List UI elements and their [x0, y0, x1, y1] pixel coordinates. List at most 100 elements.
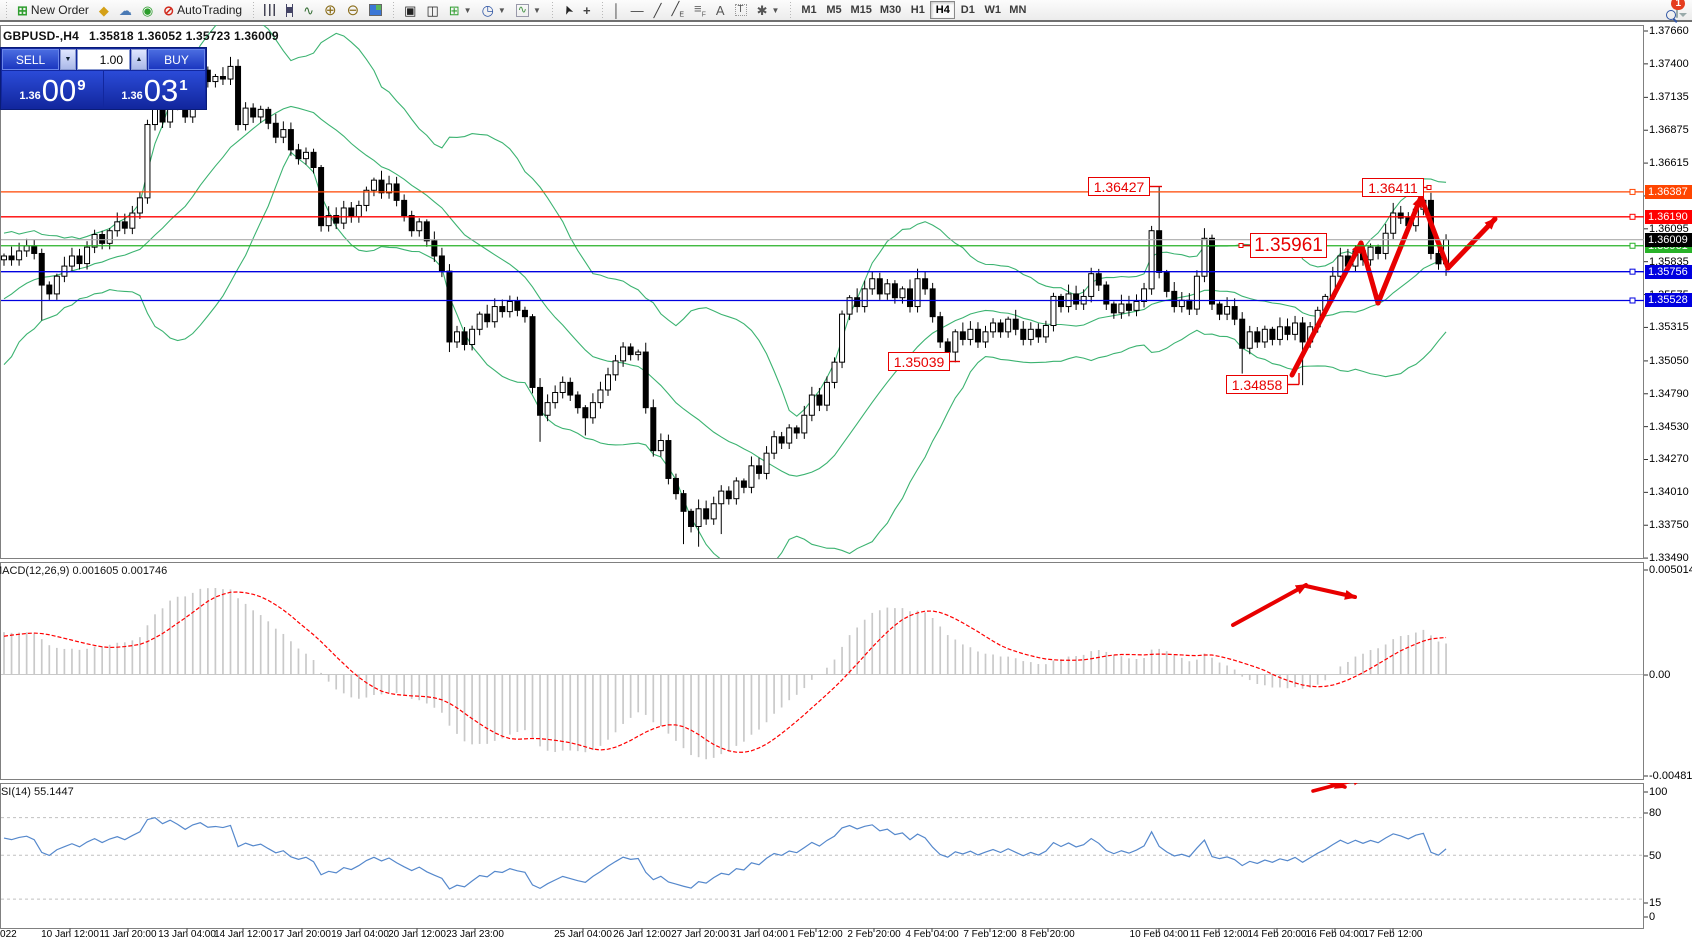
chart-title: GBPUSD-,H41.35818 1.36052 1.35723 1.3600…: [3, 29, 289, 43]
price-line-label: 1.36387: [1645, 185, 1692, 199]
annotation-price-label[interactable]: 1.34858: [1226, 375, 1288, 394]
zoom-in-icon: ⊕: [324, 3, 337, 18]
timeframe-group: M1M5M15M30H1H4D1W1MN: [796, 1, 1030, 19]
tile-windows-button[interactable]: [365, 0, 386, 20]
annotation-price-label[interactable]: 1.36427: [1088, 177, 1150, 196]
notification-badge: 1: [1671, 0, 1685, 10]
autotrading-button[interactable]: ⊘ AutoTrading: [159, 0, 246, 20]
profiles-button[interactable]: ◷▼: [478, 0, 510, 20]
volume-decrease-button[interactable]: ▼: [60, 49, 76, 70]
price-tick: 1.33490: [1649, 552, 1689, 564]
bid-price[interactable]: 1.36 00 9: [2, 71, 103, 108]
shapes-icon: ✱: [757, 4, 768, 17]
chat-button[interactable]: 1: [1676, 3, 1678, 17]
sell-button[interactable]: SELL: [2, 49, 59, 70]
toolbar-grip: [600, 2, 606, 18]
price-axis[interactable]: 1.376601.374001.371351.368751.366151.363…: [1645, 0, 1692, 941]
macd-indicator-label: MACD(12,26,9) 0.001605 0.001746: [0, 565, 167, 577]
price-line-label: 1.35756: [1645, 265, 1692, 279]
crosshair-button[interactable]: +: [579, 0, 595, 20]
horizontal-line-button[interactable]: —: [627, 0, 648, 20]
volume-increase-button[interactable]: ▲: [131, 49, 147, 70]
candlestick-chart-button[interactable]: [282, 0, 297, 20]
vertical-line-button[interactable]: │: [609, 0, 625, 20]
autotrading-stop-icon: ⊘: [163, 4, 174, 17]
cursor-icon: ➤: [560, 3, 575, 17]
rsi-axis-tick: 0: [1649, 911, 1655, 923]
annotation-price-label[interactable]: 1.35039: [888, 352, 950, 371]
volume-input[interactable]: 1.00: [77, 49, 130, 70]
time-tick: 10 Jan 12:00: [41, 929, 99, 940]
rsi-axis-tick: 80: [1649, 807, 1661, 819]
trendline-button[interactable]: ╱: [650, 0, 666, 20]
price-tick: 1.34010: [1649, 486, 1689, 498]
price-line-label: 1.36190: [1645, 210, 1692, 224]
arrange-windows-icon: ◫: [426, 4, 438, 17]
timeframe-button-d1[interactable]: D1: [955, 1, 980, 19]
current-price-label: 1.36009: [1645, 233, 1692, 247]
fibonacci-icon: ≡F: [694, 2, 706, 19]
ask-price[interactable]: 1.36 03 1: [104, 71, 205, 108]
candlestick-chart-icon: [286, 4, 293, 17]
time-tick: 7 Jan 2022: [0, 929, 17, 940]
signals-button[interactable]: ◉: [138, 0, 157, 20]
time-tick: 4 Feb 04:00: [905, 929, 958, 940]
timeframe-button-m30[interactable]: M30: [876, 1, 905, 19]
time-tick: 26 Jan 12:00: [613, 929, 671, 940]
timeframe-button-h4[interactable]: H4: [930, 1, 955, 19]
gold-button[interactable]: ◆: [95, 0, 113, 20]
buy-button[interactable]: BUY: [148, 49, 205, 70]
zoom-out-icon: ⊖: [347, 3, 360, 18]
channel-button[interactable]: ╱E: [667, 0, 688, 20]
macd-axis-tick: 0.005014: [1649, 564, 1692, 576]
ohlc-readout: 1.35818 1.36052 1.35723 1.36009: [89, 29, 279, 43]
text-label-button[interactable]: T: [731, 0, 751, 20]
chevron-down-icon: ▼: [464, 6, 472, 15]
autotrading-label: AutoTrading: [177, 3, 242, 17]
chart-canvas[interactable]: [0, 0, 1692, 941]
line-chart-button[interactable]: ∿: [299, 0, 318, 20]
new-chart-button[interactable]: ⊞▼: [445, 0, 476, 20]
annotation-price-label[interactable]: 1.35961: [1250, 233, 1327, 258]
zoom-in-button[interactable]: ⊕: [320, 0, 341, 20]
cloud-button[interactable]: ☁: [115, 0, 136, 20]
cursor-button[interactable]: ➤: [559, 0, 577, 20]
timeframe-button-mn[interactable]: MN: [1005, 1, 1030, 19]
macd-axis-tick: 0.00: [1649, 669, 1670, 681]
timeframe-button-w1[interactable]: W1: [980, 1, 1005, 19]
text-button[interactable]: A: [712, 0, 729, 20]
timeframe-button-m15[interactable]: M15: [846, 1, 875, 19]
zoom-out-button[interactable]: ⊖: [343, 0, 364, 20]
arrange-windows-button[interactable]: ◫: [422, 0, 442, 20]
chevron-down-icon: ▼: [498, 6, 506, 15]
time-tick: 17 Feb 12:00: [1364, 929, 1423, 940]
time-tick: 17 Jan 20:00: [273, 929, 331, 940]
price-line-label: 1.35528: [1645, 293, 1692, 307]
vertical-line-icon: │: [613, 4, 621, 17]
toolbar: ⊞ New Order ◆ ☁ ◉ ⊘ AutoTrading ∿ ⊕ ⊖ ▣ …: [0, 0, 1692, 22]
time-axis[interactable]: 7 Jan 202210 Jan 12:0011 Jan 20:0013 Jan…: [0, 929, 1645, 941]
time-tick: 20 Jan 12:00: [388, 929, 446, 940]
bar-chart-button[interactable]: [260, 0, 280, 20]
price-tick: 1.34530: [1649, 421, 1689, 433]
indicators-button[interactable]: ∿▼: [512, 0, 545, 20]
price-tick: 1.35315: [1649, 321, 1689, 333]
timeframe-button-m5[interactable]: M5: [821, 1, 846, 19]
annotation-price-label[interactable]: 1.36411: [1362, 178, 1424, 197]
text-label-icon: T: [735, 4, 747, 16]
bid-big-digits: 00: [42, 76, 76, 106]
crosshair-icon: +: [583, 4, 591, 17]
tile-windows-icon: [369, 4, 382, 16]
cascade-windows-button[interactable]: ▣: [400, 0, 420, 20]
toolbar-grip: [391, 2, 397, 18]
shapes-button[interactable]: ✱▼: [753, 0, 784, 20]
new-order-button[interactable]: ⊞ New Order: [13, 0, 93, 20]
text-icon: A: [716, 4, 725, 17]
timeframe-button-m1[interactable]: M1: [796, 1, 821, 19]
time-tick: 31 Jan 04:00: [730, 929, 788, 940]
fibonacci-button[interactable]: ≡F: [690, 0, 710, 20]
rsi-axis-tick: 100: [1649, 786, 1667, 798]
ask-pip-digit: 1: [179, 77, 187, 94]
timeframe-button-h1[interactable]: H1: [905, 1, 930, 19]
bid-prefix: 1.36: [19, 90, 40, 102]
